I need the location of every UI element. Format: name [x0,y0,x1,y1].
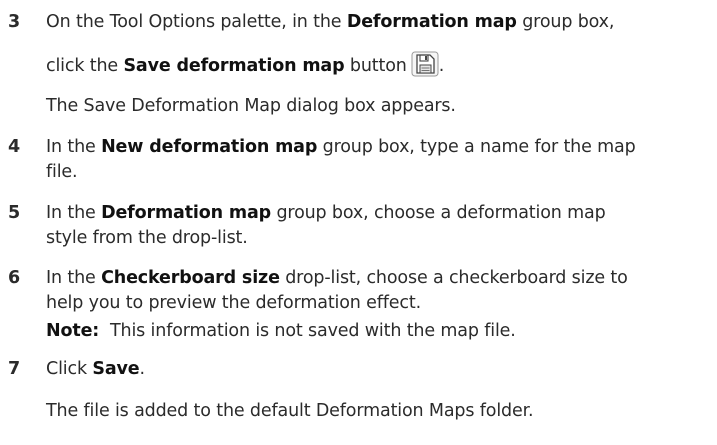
step-text: On the Tool Options palette, in the Defo… [46,12,615,32]
step-number: 7 [8,359,21,379]
step-text: In the Checkerboard size drop-list, choo… [46,268,628,288]
step-text: file. [46,162,78,182]
step-number: 3 [8,12,21,32]
ui-term: Save deformation map [123,56,345,76]
step-number: 5 [8,203,21,223]
step-text: help you to preview the deformation effe… [46,293,422,313]
step-text: In the New deformation map group box, ty… [46,137,636,157]
save-icon [411,51,439,77]
step-text: In the Deformation map group box, choose… [46,203,606,223]
procedure-steps: 3 On the Tool Options palette, in the De… [0,0,717,445]
step-note: Note: This information is not saved with… [46,321,516,341]
step-text: style from the drop-list. [46,228,248,248]
ui-term: Deformation map [346,12,517,32]
ui-term: Checkerboard size [101,268,280,288]
ui-term: Save [92,359,140,379]
step-result: The file is added to the default Deforma… [46,401,534,421]
ui-term: Deformation map [101,203,272,223]
step-text: Click Save. [46,359,145,379]
step-text: click the Save deformation map button . [46,51,444,79]
note-label: Note: [46,321,100,341]
step-number: 4 [8,137,21,157]
step-number: 6 [8,268,21,288]
step-result: The Save Deformation Map dialog box appe… [46,96,456,116]
ui-term: New deformation map [101,137,318,157]
